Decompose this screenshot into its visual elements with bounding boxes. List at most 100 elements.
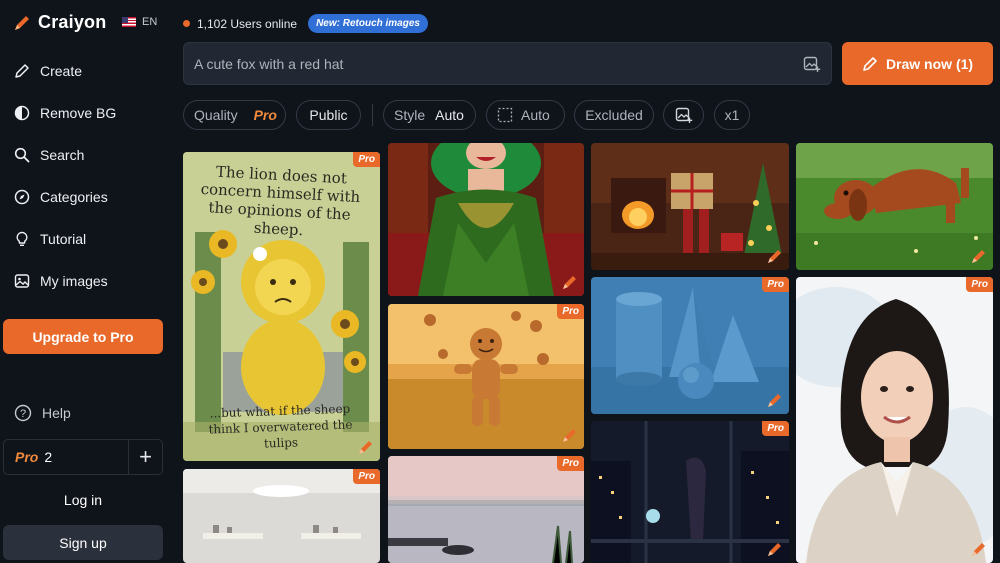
pro-badge: Pro bbox=[353, 469, 380, 484]
pro-badge: Pro bbox=[353, 152, 380, 167]
pro-badge: Pro bbox=[762, 277, 789, 292]
excluded-label: Excluded bbox=[585, 107, 643, 123]
lion-quote-bottom: ...but what if the sheep think I overwat… bbox=[208, 401, 353, 451]
style-selector[interactable]: Style Auto bbox=[383, 100, 476, 130]
pro-badge: Pro bbox=[557, 456, 584, 471]
draw-now-label: Draw now (1) bbox=[885, 55, 974, 72]
geometric-shapes-render bbox=[591, 277, 789, 414]
bathroom-photo bbox=[183, 469, 380, 563]
gallery-image-christmas[interactable] bbox=[591, 143, 789, 270]
sidebar-item-categories[interactable]: Categories bbox=[0, 176, 172, 218]
gallery-image-misty-lake[interactable]: Pro bbox=[388, 456, 584, 563]
quality-selector[interactable]: Quality Pro bbox=[183, 100, 286, 130]
sidebar-item-create[interactable]: Create bbox=[0, 50, 172, 92]
edit-pencil-icon[interactable] bbox=[767, 392, 783, 408]
edit-pencil-icon[interactable] bbox=[767, 541, 783, 557]
gallery-image-dachshund[interactable] bbox=[796, 143, 993, 270]
pro-credit-count: 2 bbox=[44, 449, 53, 465]
sidebar-nav: Create Remove BG Search Categories Tutor… bbox=[0, 50, 172, 302]
aspect-ratio-icon bbox=[497, 107, 513, 123]
lion-quote-top: The lion does not concern himself with t… bbox=[200, 162, 361, 240]
christmas-illustration bbox=[591, 143, 789, 270]
help-link[interactable]: ? Help bbox=[14, 404, 71, 422]
dachshund-illustration bbox=[796, 143, 993, 270]
edit-pencil-icon[interactable] bbox=[971, 248, 987, 264]
style-value: Auto bbox=[435, 107, 464, 123]
language-code: EN bbox=[142, 16, 158, 28]
compass-icon bbox=[14, 189, 30, 205]
sidebar-item-label: Remove BG bbox=[40, 105, 117, 121]
gallery-image-green-queen[interactable] bbox=[388, 143, 584, 296]
us-flag-icon bbox=[122, 17, 136, 27]
sidebar: Craiyon EN Create Remove BG Search Categ… bbox=[0, 0, 172, 563]
pro-credits-box: Pro 2 + bbox=[3, 439, 163, 475]
pro-badge: Pro bbox=[966, 277, 993, 292]
visibility-toggle[interactable]: Public bbox=[296, 100, 361, 130]
help-icon: ? bbox=[14, 404, 32, 422]
gallery-image-lion[interactable]: The lion does not concern himself with t… bbox=[183, 152, 380, 461]
pencil-icon bbox=[15, 64, 29, 78]
gallery-image-bathroom[interactable]: Pro bbox=[183, 469, 380, 563]
sidebar-item-search[interactable]: Search bbox=[0, 134, 172, 176]
edit-pencil-icon[interactable] bbox=[562, 427, 578, 443]
options-divider bbox=[372, 104, 373, 126]
sidebar-item-label: My images bbox=[40, 273, 108, 289]
sidebar-item-my-images[interactable]: My images bbox=[0, 260, 172, 302]
gallery-image-shapes[interactable]: Pro bbox=[591, 277, 789, 414]
edit-pencil-icon[interactable] bbox=[767, 248, 783, 264]
sidebar-item-tutorial[interactable]: Tutorial bbox=[0, 218, 172, 260]
pro-label: Pro bbox=[15, 449, 39, 465]
crayon-logo-icon bbox=[15, 15, 29, 30]
image-count-value: x1 bbox=[724, 107, 740, 123]
sidebar-item-label: Search bbox=[40, 147, 85, 163]
lake-photo bbox=[388, 456, 584, 563]
pencil-icon bbox=[863, 56, 877, 71]
search-icon bbox=[14, 147, 30, 163]
excluded-button[interactable]: Excluded bbox=[574, 100, 654, 130]
sidebar-item-label: Create bbox=[40, 63, 83, 79]
style-label: Style bbox=[394, 107, 426, 123]
brand-name: Craiyon bbox=[38, 12, 107, 32]
pro-badge: Pro bbox=[762, 421, 789, 436]
gallery-image-gingerbread[interactable]: Pro bbox=[388, 304, 584, 449]
login-button[interactable]: Log in bbox=[3, 484, 163, 516]
add-image-icon[interactable] bbox=[803, 55, 821, 73]
prompt-box bbox=[183, 42, 832, 85]
image-count-selector[interactable]: x1 bbox=[714, 100, 750, 130]
night-city-illustration bbox=[591, 421, 789, 563]
image-prompt-button[interactable] bbox=[663, 100, 704, 130]
sidebar-item-remove-bg[interactable]: Remove BG bbox=[0, 92, 172, 134]
lightbulb-icon bbox=[16, 231, 28, 246]
upgrade-to-pro-button[interactable]: Upgrade to Pro bbox=[3, 319, 163, 354]
queen-illustration bbox=[388, 143, 584, 296]
aspect-ratio-value: Auto bbox=[521, 107, 550, 123]
half-circle-icon bbox=[14, 105, 30, 121]
new-feature-badge[interactable]: New: Retouch images bbox=[308, 14, 428, 33]
users-online-status: 1,102 Users online New: Retouch images bbox=[183, 14, 428, 33]
edit-pencil-icon[interactable] bbox=[358, 439, 374, 455]
logo[interactable]: Craiyon bbox=[12, 12, 106, 33]
online-dot-icon bbox=[183, 20, 190, 27]
signup-button[interactable]: Sign up bbox=[3, 525, 163, 560]
image-icon bbox=[14, 274, 30, 288]
add-credits-button[interactable]: + bbox=[128, 440, 162, 474]
help-label: Help bbox=[42, 405, 71, 421]
quality-label: Quality bbox=[194, 107, 238, 123]
draw-now-button[interactable]: Draw now (1) bbox=[842, 42, 993, 85]
language-selector[interactable]: EN bbox=[122, 16, 157, 28]
pro-badge: Pro bbox=[557, 304, 584, 319]
edit-pencil-icon[interactable] bbox=[562, 274, 578, 290]
aspect-ratio-selector[interactable]: Auto bbox=[486, 100, 565, 130]
prompt-input[interactable] bbox=[184, 43, 774, 84]
sidebar-item-label: Categories bbox=[40, 189, 108, 205]
sidebar-item-label: Tutorial bbox=[40, 231, 87, 247]
svg-text:?: ? bbox=[20, 408, 26, 420]
gingerbread-photo bbox=[388, 304, 584, 449]
add-image-icon bbox=[675, 107, 692, 123]
users-online-text: 1,102 Users online bbox=[197, 16, 298, 31]
gallery-image-portrait[interactable]: Pro bbox=[796, 277, 993, 563]
edit-pencil-icon[interactable] bbox=[971, 541, 987, 557]
gallery-image-night-city[interactable]: Pro bbox=[591, 421, 789, 563]
woman-portrait-illustration bbox=[796, 277, 993, 563]
quality-value: Pro bbox=[253, 107, 277, 123]
